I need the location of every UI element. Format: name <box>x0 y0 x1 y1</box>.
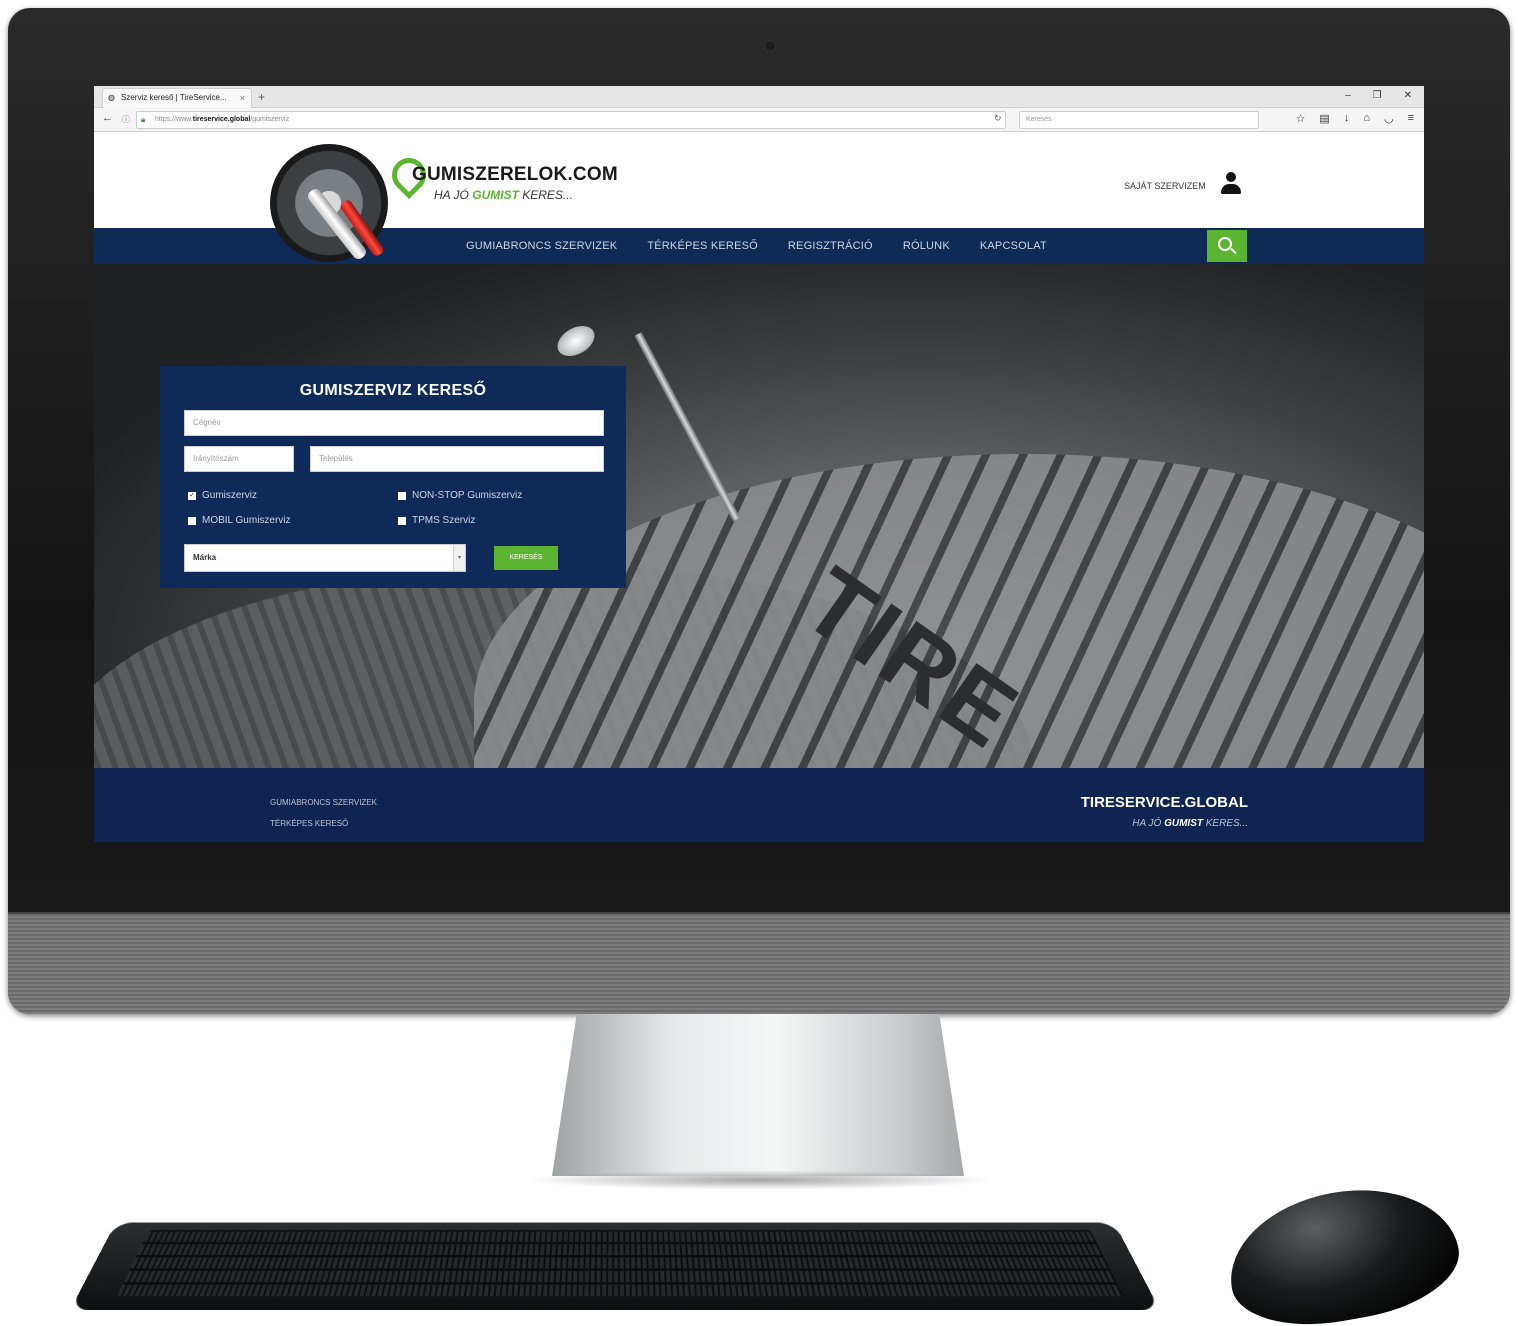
lock-icon: 🔒︎ <box>141 112 145 128</box>
own-service-link[interactable]: SAJÁT SZERVIZEM <box>1124 181 1206 191</box>
nav-item-about[interactable]: RÓLUNK <box>903 228 950 264</box>
nail-image <box>634 332 740 521</box>
footer-tagline-pre: HA JÓ <box>1132 818 1164 829</box>
user-icon-head <box>1226 172 1236 182</box>
logo-tagline-pre: HA JÓ <box>434 188 472 202</box>
logo-title[interactable]: GUMISZERELOK.COM <box>412 164 618 186</box>
checkbox-box <box>398 517 406 525</box>
search-submit-button[interactable]: KERESÉS <box>494 546 558 570</box>
city-input[interactable]: Település <box>310 446 604 472</box>
hero-banner: TIRE GUMISZERVIZ KERESŐ Cégnév Irányítós… <box>94 264 1424 768</box>
stand-shadow <box>520 1170 1000 1190</box>
window-controls: – ❐ ✕ <box>1345 86 1412 106</box>
site-footer: GUMIABRONCS SZERVIZEK TÉRKÉPES KERESŐ TI… <box>94 768 1424 842</box>
browser-nav-bar: ← ⓘ 🔒︎ https://www.tireservice.global/gu… <box>94 108 1424 132</box>
checkbox-mobile-service[interactable]: MOBIL Gumiszerviz <box>188 515 291 526</box>
browser-tab-bar: ◍ Szerviz kereső | TireService... × + – … <box>94 86 1424 108</box>
checkbox-checked-icon: ✓ <box>188 492 196 500</box>
brand-select[interactable]: Márka ▾ <box>184 544 466 572</box>
keyboard-keys <box>117 1230 1124 1296</box>
checkbox-box <box>398 492 406 500</box>
logo-tagline-highlight: GUMIST <box>472 188 519 202</box>
library-icon[interactable]: ▤ <box>1319 112 1329 125</box>
browser-search-box[interactable]: Keresés <box>1019 111 1259 129</box>
checkbox-box <box>188 517 196 525</box>
search-panel: GUMISZERVIZ KERESŐ Cégnév Irányítószám T… <box>160 366 626 588</box>
computer-mouse <box>1219 1173 1468 1326</box>
company-name-input[interactable]: Cégnév <box>184 410 604 436</box>
company-name-placeholder: Cégnév <box>193 418 221 427</box>
search-panel-title: GUMISZERVIZ KERESŐ <box>160 382 626 400</box>
footer-tagline-highlight: GUMIST <box>1164 818 1203 829</box>
browser-screen: ◍ Szerviz kereső | TireService... × + – … <box>94 86 1424 842</box>
minimize-button[interactable]: – <box>1345 86 1351 106</box>
tab-close-icon[interactable]: × <box>240 89 245 107</box>
checkbox-tire-service[interactable]: ✓ Gumiszerviz <box>188 490 257 501</box>
footer-tagline-post: KERES... <box>1203 818 1248 829</box>
nav-list: GUMIABRONCS SZERVIZEK TÉRKÉPES KERESŐ RE… <box>466 228 1047 264</box>
browser-toolbar: ☆ ▤ ↓ ⌂ ◡ ≡ <box>1296 112 1414 125</box>
nail-head-image <box>552 320 600 363</box>
checkbox-label: TPMS Szerviz <box>412 515 475 526</box>
close-window-button[interactable]: ✕ <box>1404 86 1412 106</box>
site-search-button[interactable] <box>1207 230 1247 262</box>
footer-brand: TIRESERVICE.GLOBAL <box>1081 794 1248 811</box>
checkbox-label: Gumiszerviz <box>202 490 257 501</box>
favicon-icon: ◍ <box>108 94 115 102</box>
tab-title: Szerviz kereső | TireService... <box>121 93 227 102</box>
keyboard <box>70 1223 1160 1310</box>
home-icon[interactable]: ⌂ <box>1363 112 1370 125</box>
zip-code-placeholder: Irányítószám <box>193 454 239 463</box>
address-bar[interactable]: 🔒︎ https://www.tireservice.global/gumisz… <box>136 111 1006 129</box>
desktop-scene: ◍ Szerviz kereső | TireService... × + – … <box>0 0 1518 1326</box>
logo-tagline: HA JÓ GUMIST KERES... <box>434 188 573 202</box>
pocket-icon[interactable]: ◡ <box>1384 112 1394 125</box>
footer-link-tire-services[interactable]: GUMIABRONCS SZERVIZEK <box>270 798 377 807</box>
url-path: /gumiszerviz <box>250 116 289 123</box>
checkbox-nonstop-service[interactable]: NON-STOP Gumiszerviz <box>398 490 522 501</box>
checkbox-label: NON-STOP Gumiszerviz <box>412 490 522 501</box>
reload-icon[interactable]: ↻ <box>994 113 1002 124</box>
webcam <box>764 40 776 52</box>
back-arrow-icon[interactable]: ← <box>102 112 113 124</box>
nav-item-map-search[interactable]: TÉRKÉPES KERESŐ <box>647 228 758 264</box>
select-arrow-icon: ▾ <box>453 545 465 571</box>
zip-code-input[interactable]: Irányítószám <box>184 446 294 472</box>
url-prefix: https://www. <box>155 116 193 123</box>
brand-select-value: Márka <box>193 553 216 562</box>
nav-item-contact[interactable]: KAPCSOLAT <box>980 228 1047 264</box>
nav-item-tire-services[interactable]: GUMIABRONCS SZERVIZEK <box>466 228 617 264</box>
search-icon-handle <box>1230 248 1236 254</box>
browser-tab[interactable]: ◍ Szerviz kereső | TireService... × <box>102 88 252 108</box>
checkbox-tpms-service[interactable]: TPMS Szerviz <box>398 515 475 526</box>
city-placeholder: Település <box>319 454 353 463</box>
checkbox-label: MOBIL Gumiszerviz <box>202 515 291 526</box>
user-icon-body <box>1221 184 1241 194</box>
logo-tagline-post: KERES... <box>519 188 573 202</box>
browser-search-placeholder: Keresés <box>1026 116 1052 123</box>
url-domain: tireservice.global <box>193 116 251 123</box>
nav-item-registration[interactable]: REGISZTRÁCIÓ <box>788 228 873 264</box>
footer-link-map-search[interactable]: TÉRKÉPES KERESŐ <box>270 819 348 828</box>
new-tab-button[interactable]: + <box>258 88 265 106</box>
monitor-stand <box>552 1014 964 1176</box>
menu-icon[interactable]: ≡ <box>1408 112 1414 125</box>
monitor-speaker-chin <box>8 912 1510 1014</box>
restore-button[interactable]: ❐ <box>1373 86 1382 106</box>
download-icon[interactable]: ↓ <box>1344 112 1350 125</box>
user-icon[interactable] <box>1220 172 1242 196</box>
bookmark-star-icon[interactable]: ☆ <box>1296 112 1306 125</box>
footer-tagline: HA JÓ GUMIST KERES... <box>1132 818 1248 829</box>
site-info-icon[interactable]: ⓘ <box>122 114 130 125</box>
